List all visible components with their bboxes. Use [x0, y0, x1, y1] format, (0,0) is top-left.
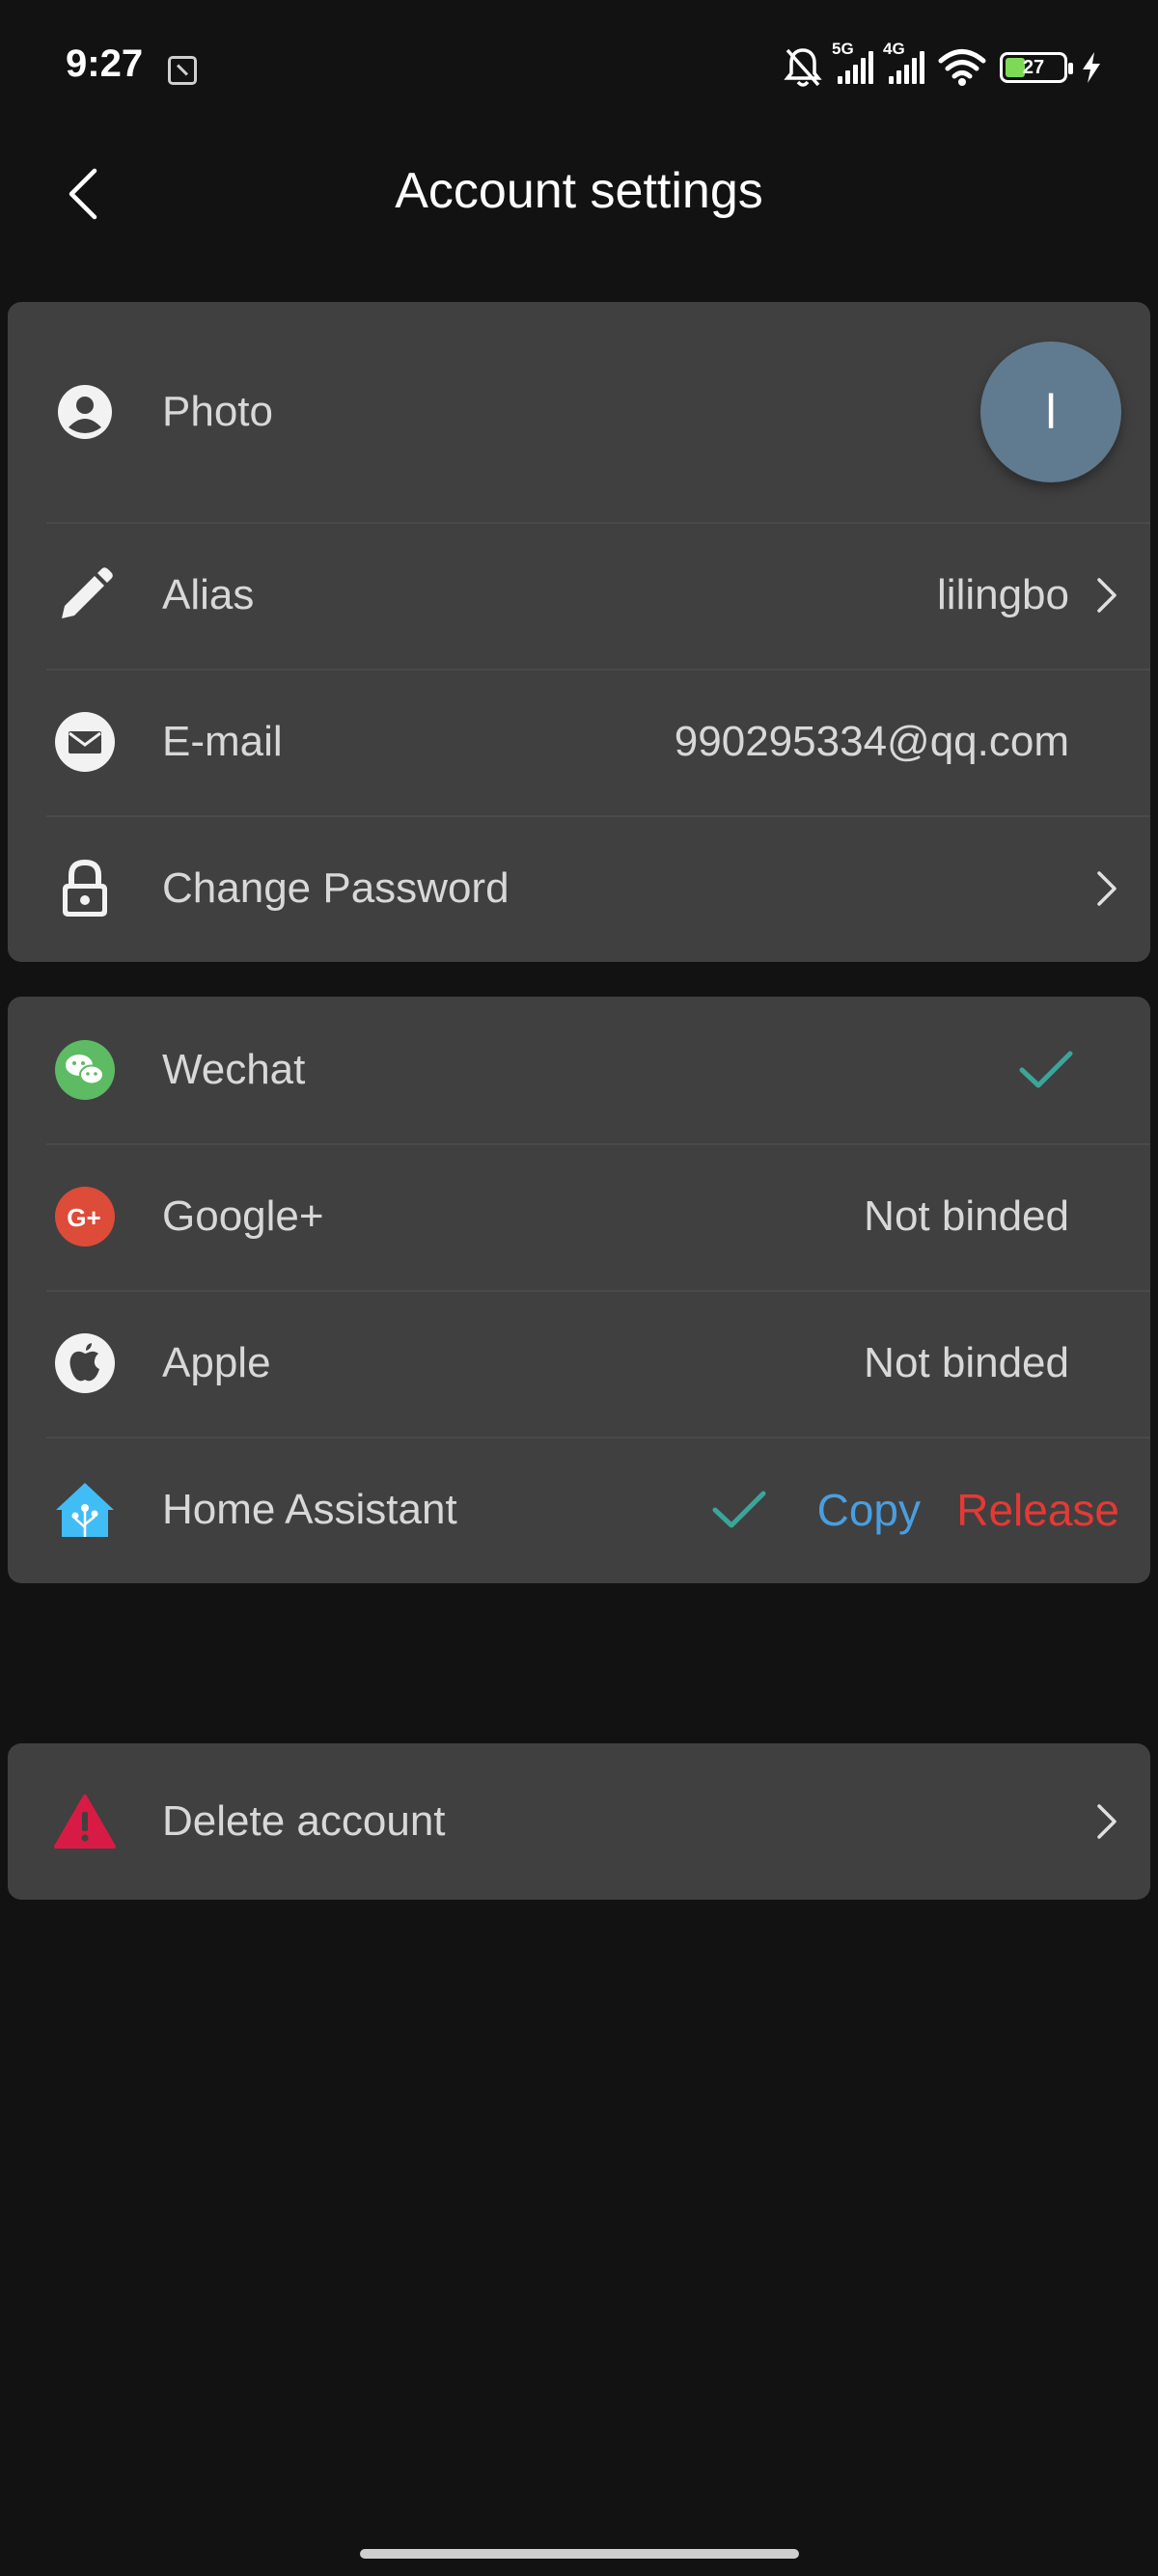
checkmark-icon	[712, 1491, 766, 1528]
status-bar: 9:27 5G 4G 27	[0, 0, 1158, 135]
home-indicator[interactable]	[360, 2549, 799, 2559]
signal-5g-label: 5G	[832, 40, 854, 58]
account-settings-screen: 9:27 5G 4G 27 Account settings Photo l A…	[0, 0, 1158, 2576]
pencil-icon	[54, 564, 116, 626]
chevron-right-icon	[1092, 1802, 1121, 1841]
chevron-right-icon	[1092, 576, 1121, 615]
person-icon	[54, 381, 116, 443]
battery-icon: 27	[1000, 52, 1073, 83]
delete-account-row[interactable]: Delete account	[8, 1743, 1150, 1900]
status-icons: 5G 4G 27	[784, 40, 1102, 91]
apple-icon	[54, 1332, 116, 1394]
lock-icon	[54, 858, 116, 919]
status-time: 9:27	[66, 42, 144, 85]
apple-status: Not binded	[864, 1339, 1069, 1386]
wifi-icon	[938, 49, 986, 86]
warning-icon	[54, 1791, 116, 1852]
home-assistant-label: Home Assistant	[162, 1486, 457, 1533]
email-label: E-mail	[162, 718, 283, 765]
copy-button[interactable]: Copy	[817, 1484, 921, 1536]
google-status: Not binded	[864, 1192, 1069, 1240]
delete-account-label: Delete account	[162, 1797, 446, 1845]
wechat-row[interactable]: Wechat	[8, 997, 1150, 1143]
email-row: E-mail 990295334@qq.com	[8, 669, 1150, 815]
checkmark-icon	[1019, 1051, 1073, 1088]
note-icon	[168, 56, 197, 85]
svg-text:G+: G+	[67, 1203, 100, 1232]
photo-label: Photo	[162, 388, 273, 435]
avatar-letter: l	[1045, 385, 1057, 439]
alias-value: lilingbo	[937, 571, 1069, 618]
chevron-right-icon	[1092, 869, 1121, 908]
change-password-row[interactable]: Change Password	[8, 815, 1150, 962]
signal-4g-icon: 4G	[883, 40, 924, 84]
battery-percent: 27	[1022, 56, 1045, 78]
signal-4g-label: 4G	[883, 40, 905, 58]
charging-icon	[1083, 52, 1100, 83]
home-assistant-row: Home Assistant Copy Release	[8, 1437, 1150, 1583]
alias-label: Alias	[162, 571, 255, 618]
release-button[interactable]: Release	[956, 1484, 1119, 1536]
mail-icon	[54, 711, 116, 773]
home-assistant-icon	[54, 1479, 116, 1541]
google-row[interactable]: G+ Google+ Not binded	[8, 1143, 1150, 1290]
apple-row[interactable]: Apple Not binded	[8, 1290, 1150, 1437]
bindings-card: Wechat G+ Google+ Not binded Apple Not b…	[8, 997, 1150, 1583]
change-password-label: Change Password	[162, 864, 510, 912]
profile-card: Photo l Alias lilingbo E-mail 990295334@…	[8, 302, 1150, 962]
wechat-label: Wechat	[162, 1046, 306, 1093]
delete-account-card: Delete account	[8, 1743, 1150, 1900]
alias-row[interactable]: Alias lilingbo	[8, 522, 1150, 669]
wechat-icon	[54, 1039, 116, 1101]
header: Account settings	[0, 135, 1158, 251]
apple-label: Apple	[162, 1339, 271, 1386]
photo-row[interactable]: Photo l	[8, 302, 1150, 522]
avatar[interactable]: l	[980, 342, 1121, 482]
email-value: 990295334@qq.com	[674, 718, 1069, 765]
mute-icon	[784, 48, 822, 87]
page-title: Account settings	[395, 163, 763, 219]
google-label: Google+	[162, 1192, 324, 1240]
signal-5g-icon: 5G	[832, 40, 873, 84]
google-plus-icon: G+	[54, 1186, 116, 1247]
